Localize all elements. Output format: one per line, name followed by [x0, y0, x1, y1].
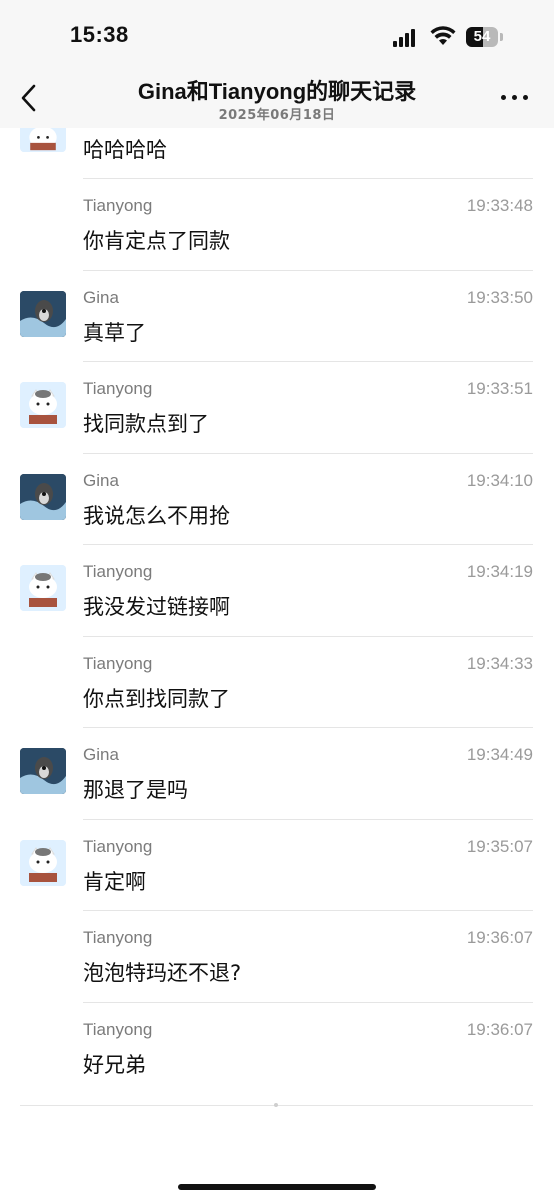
message-text: 肯定啊 — [83, 869, 146, 894]
message-item[interactable]: Tianyong 19:36:07 泡泡特玛还不退? — [0, 911, 554, 1003]
message-sender: Tianyong — [83, 379, 153, 398]
message-item[interactable]: Tianyong 19:35:07 肯定啊 — [0, 820, 554, 911]
message-time: 19:36:07 — [466, 1019, 533, 1039]
avatar-gina[interactable] — [20, 473, 66, 520]
message-sender: Gina — [83, 287, 119, 307]
battery-icon: 54 — [466, 27, 504, 47]
message-text: 那退了是吗 — [83, 778, 188, 802]
avatar-tianyong[interactable] — [20, 382, 66, 428]
chat-record-list[interactable]: 哈哈哈哈 Tianyong 19:33:48 你肯定点了同款 Gina 19:3… — [0, 128, 554, 1118]
message-time: 19:35:07 — [466, 836, 533, 856]
message-item[interactable]: Tianyong 19:34:19 我没发过链接啊 — [0, 545, 554, 637]
message-sender: Tianyong — [83, 928, 153, 947]
page-subtitle: 2025年06月18日 — [218, 108, 336, 123]
message-time: 19:34:19 — [466, 562, 533, 581]
message-time: 19:34:33 — [466, 653, 533, 673]
message-text: 真草了 — [83, 320, 146, 345]
message-sender: Gina — [83, 470, 119, 490]
message-time: 19:33:51 — [466, 379, 533, 398]
message-sender: Tianyong — [83, 1019, 153, 1039]
message-item[interactable]: Gina 19:33:50 真草了 — [0, 271, 554, 362]
more-button[interactable] — [498, 84, 532, 110]
message-text: 我说怎么不用抢 — [83, 503, 230, 528]
message-sender: Tianyong — [83, 196, 153, 215]
message-sender: Gina — [83, 745, 119, 764]
message-time: 19:34:10 — [466, 470, 533, 490]
avatar-gina[interactable] — [20, 748, 66, 794]
message-text: 哈哈哈哈 — [83, 138, 167, 162]
page-title: Gina和Tianyong的聊天记录 — [137, 79, 417, 104]
home-indicator[interactable] — [178, 1184, 376, 1190]
back-button[interactable] — [14, 80, 46, 116]
message-item[interactable]: Tianyong 19:34:33 你点到找同款了 — [0, 637, 554, 728]
message-item[interactable]: Gina 19:34:49 那退了是吗 — [0, 728, 554, 820]
signal-icon — [393, 29, 421, 47]
message-item[interactable]: Tianyong 19:33:51 找同款点到了 — [0, 362, 554, 454]
message-time: 19:33:48 — [466, 196, 533, 215]
battery-percent: 54 — [473, 28, 491, 45]
wifi-icon — [430, 26, 456, 45]
avatar-tianyong[interactable] — [20, 839, 66, 886]
status-bar: 15:38 54 — [0, 0, 554, 74]
message-time: 19:34:49 — [466, 745, 533, 764]
message-text: 找同款点到了 — [83, 412, 209, 436]
message-item[interactable]: Tianyong 19:33:48 你肯定点了同款 — [0, 179, 554, 271]
message-text: 泡泡特玛还不退? — [83, 961, 242, 985]
avatar-gina[interactable] — [20, 290, 66, 337]
message-sender: Tianyong — [83, 562, 153, 581]
status-time: 15:38 — [70, 22, 129, 47]
message-sender: Tianyong — [83, 653, 153, 673]
message-item[interactable]: Tianyong 19:36:07 好兄弟 — [0, 1003, 554, 1095]
message-time: 19:33:50 — [466, 287, 533, 307]
avatar-tianyong[interactable] — [20, 565, 66, 611]
message-time: 19:36:07 — [466, 928, 533, 947]
scroll-indicator — [274, 1103, 278, 1107]
avatar-tianyong[interactable] — [20, 128, 66, 152]
message-text: 好兄弟 — [83, 1052, 146, 1077]
message-text: 你肯定点了同款 — [83, 229, 230, 253]
chevron-left-icon — [21, 84, 36, 112]
nav-bar: Gina和Tianyong的聊天记录 2025年06月18日 — [0, 74, 554, 128]
message-item[interactable]: Gina 19:34:10 我说怎么不用抢 — [0, 454, 554, 545]
message-text: 我没发过链接啊 — [83, 595, 230, 619]
message-text: 你点到找同款了 — [83, 686, 230, 711]
message-sender: Tianyong — [83, 836, 153, 856]
more-dots-icon — [501, 95, 506, 100]
